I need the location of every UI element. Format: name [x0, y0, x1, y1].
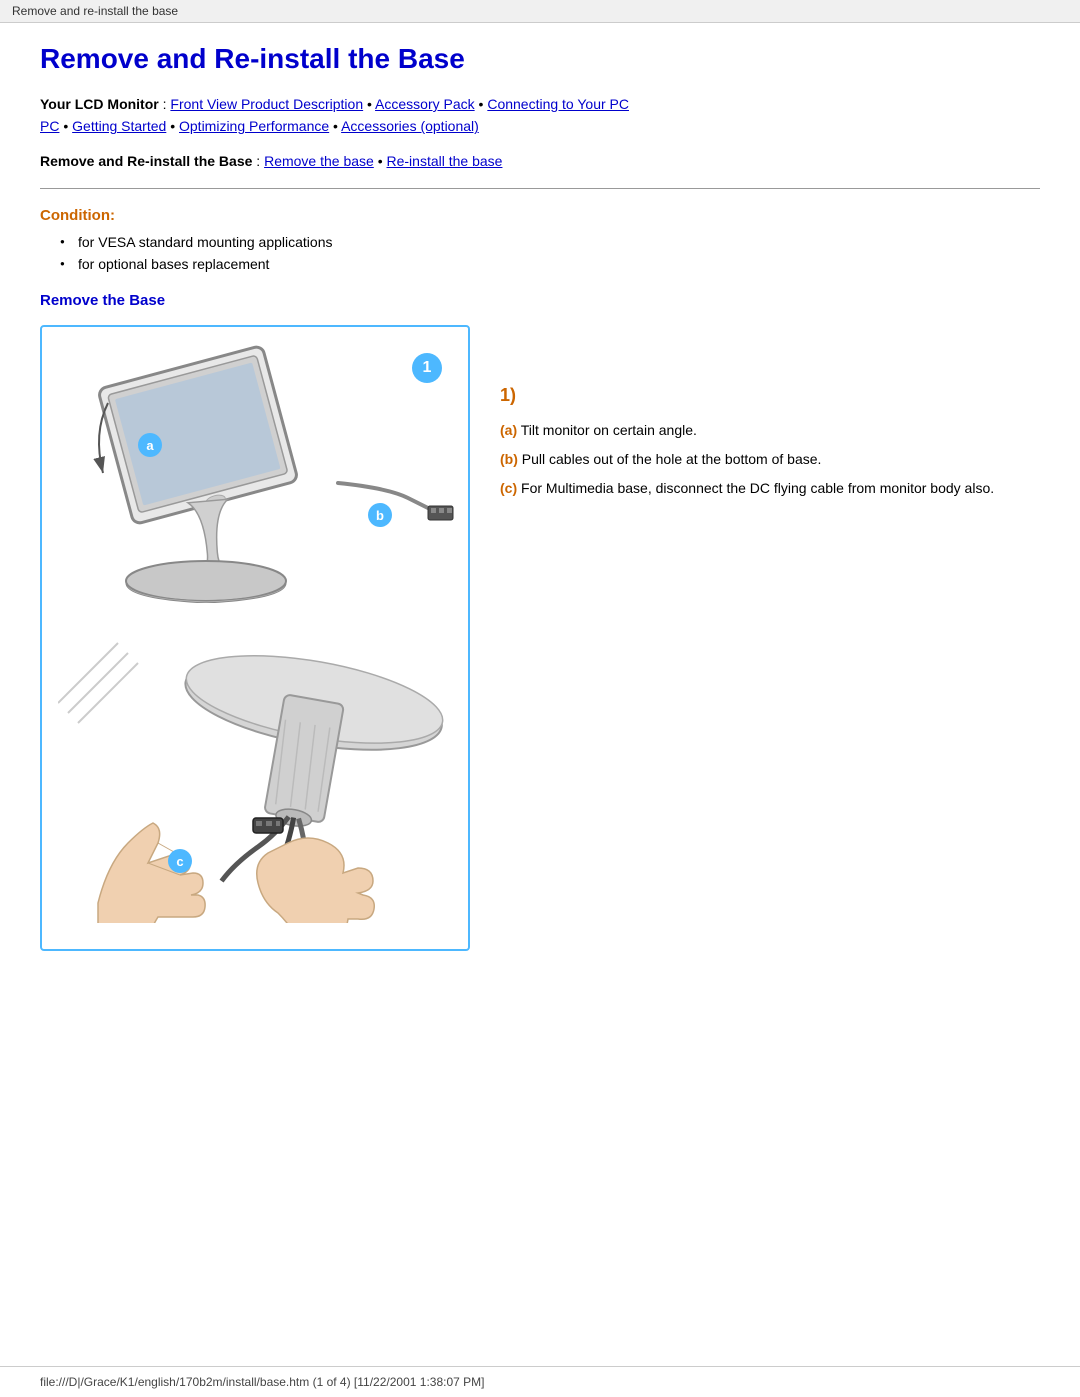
step-b-text: (b) Pull cables out of the hole at the b…	[500, 449, 1040, 470]
breadcrumb-link-accessories[interactable]: Accessories (optional)	[341, 118, 479, 134]
step-badge-1: 1	[412, 353, 442, 383]
sub-breadcrumb-link-remove[interactable]: Remove the base	[264, 153, 374, 169]
condition-title: Condition:	[40, 207, 1040, 224]
sub-breadcrumb: Remove and Re-install the Base : Remove …	[40, 150, 1040, 172]
browser-tab: Remove and re-install the base	[0, 0, 1080, 23]
hands-illustration-svg	[58, 623, 458, 923]
upper-illustration: 1 a b	[58, 343, 452, 603]
footer-bar: file:///D|/Grace/K1/english/170b2m/insta…	[0, 1366, 1080, 1397]
monitor-illustration-svg	[58, 343, 458, 603]
breadcrumb-prefix: Your LCD Monitor	[40, 96, 159, 112]
footer-text: file:///D|/Grace/K1/english/170b2m/insta…	[40, 1375, 484, 1389]
image-panel: 1 a b	[40, 325, 470, 951]
breadcrumb-link-optimizing[interactable]: Optimizing Performance	[179, 118, 329, 134]
divider	[40, 188, 1040, 189]
badge-a: a	[138, 433, 162, 457]
breadcrumb-section: Your LCD Monitor : Front View Product De…	[40, 93, 1040, 138]
remove-base-section-title: Remove the Base	[40, 292, 1040, 309]
step-number: 1)	[500, 385, 1040, 406]
page-title: Remove and Re-install the Base	[40, 43, 1040, 75]
breadcrumb-link-connecting[interactable]: Connecting to Your PC	[487, 96, 629, 112]
sub-breadcrumb-link-reinstall[interactable]: Re-install the base	[387, 153, 503, 169]
condition-item-1: for VESA standard mounting applications	[60, 234, 1040, 250]
description-panel: 1) (a) Tilt monitor on certain angle. (b…	[500, 325, 1040, 951]
step-a-text: (a) Tilt monitor on certain angle.	[500, 420, 1040, 441]
condition-item-2: for optional bases replacement	[60, 256, 1040, 272]
step-c-text: (c) For Multimedia base, disconnect the …	[500, 478, 1040, 499]
breadcrumb-link-pc[interactable]: PC	[40, 118, 59, 134]
condition-list: for VESA standard mounting applications …	[60, 234, 1040, 272]
breadcrumb-link-accessory[interactable]: Accessory Pack	[375, 96, 475, 112]
sub-breadcrumb-prefix: Remove and Re-install the Base	[40, 153, 252, 169]
main-content: 1 a b	[40, 325, 1040, 951]
badge-b: b	[368, 503, 392, 527]
lower-illustration: c	[58, 623, 452, 933]
breadcrumb-link-front-view[interactable]: Front View Product Description	[170, 96, 363, 112]
badge-c: c	[168, 849, 192, 873]
breadcrumb-link-getting-started[interactable]: Getting Started	[72, 118, 166, 134]
